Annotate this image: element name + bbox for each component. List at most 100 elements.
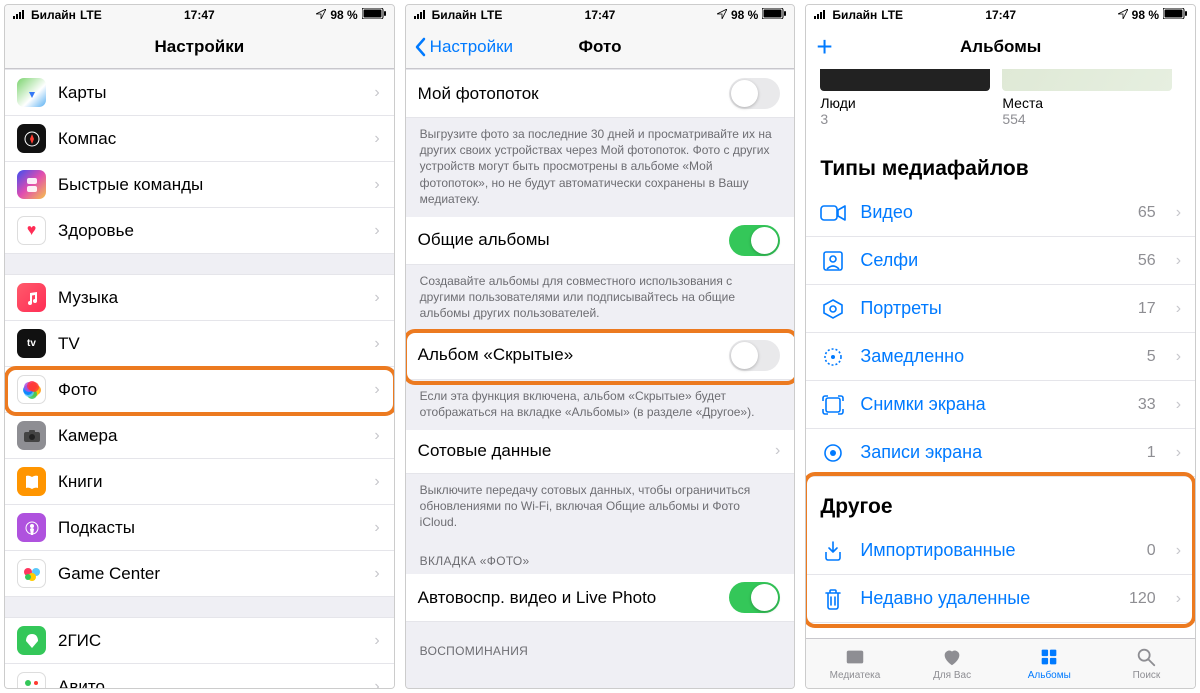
nav-bar: + Альбомы [806,25,1195,69]
media-row-screenshot[interactable]: Снимки экрана33› [806,381,1195,429]
row-label: Здоровье [58,221,362,241]
screenshot-icon [820,394,846,416]
header-photos-tab: ВКЛАДКА «ФОТО» [406,540,795,574]
row-label: Быстрые команды [58,175,362,195]
selfie-icon [820,250,846,272]
tab-label: Для Вас [933,670,971,681]
chevron-right-icon: › [1176,590,1181,608]
toggle-autoplay[interactable] [729,582,780,613]
network-label: LTE [80,8,102,22]
footer-photostream: Выгрузите фото за последние 30 дней и пр… [406,118,795,217]
settings-row-photos[interactable]: Фото› [5,367,394,413]
battery-percent: 98 % [731,8,758,22]
media-row-selfie[interactable]: Селфи56› [806,237,1195,285]
album-places[interactable]: Места 554 [1002,69,1172,127]
battery-icon [1163,8,1187,22]
video-icon [820,203,846,223]
back-button[interactable]: Настройки [414,25,513,68]
media-row-screenrec[interactable]: Записи экрана1› [806,429,1195,477]
toggle-photostream[interactable] [729,78,780,109]
media-row-video[interactable]: Видео65› [806,189,1195,237]
settings-row-books[interactable]: Книги› [5,459,394,505]
tab-albums[interactable]: Альбомы [1001,639,1098,688]
chevron-right-icon: › [374,176,379,194]
row-count: 120 [1129,590,1156,608]
settings-row-compass[interactable]: Компас› [5,116,394,162]
health-icon: ♥ [17,216,46,245]
row-label: Книги [58,472,362,492]
settings-row-health[interactable]: ♥Здоровье› [5,208,394,254]
clock: 17:47 [985,8,1016,22]
albums-content[interactable]: Люди 3 Места 554 Типы медиафайлов Видео6… [806,69,1195,638]
toggle-hidden-album[interactable] [729,340,780,371]
row-cellular-data[interactable]: Сотовые данные › [406,430,795,474]
other-row-trash[interactable]: Недавно удаленные120› [806,575,1195,623]
nav-bar: Настройки [5,25,394,69]
chevron-right-icon: › [1176,348,1181,366]
settings-row-dgis[interactable]: 2ГИС› [5,617,394,664]
nav-bar: Настройки Фото [406,25,795,69]
row-label: Сотовые данные [418,441,763,461]
chevron-right-icon: › [374,519,379,537]
tab-foryou[interactable]: Для Вас [904,639,1001,688]
row-count: 56 [1138,252,1156,270]
network-label: LTE [881,8,903,22]
settings-row-avito[interactable]: Авито› [5,664,394,688]
row-hidden-album[interactable]: Альбом «Скрытые» [406,332,795,380]
tab-label: Медиатека [830,670,881,681]
location-icon [1118,8,1128,22]
chevron-right-icon: › [374,381,379,399]
footer-shared: Создавайте альбомы для совместного испол… [406,265,795,332]
chevron-right-icon: › [1176,396,1181,414]
chevron-right-icon: › [374,565,379,583]
row-label: Подкасты [58,518,362,538]
settings-list[interactable]: Карты›Компас›Быстрые команды›♥Здоровье› … [5,69,394,688]
row-count: 65 [1138,204,1156,222]
settings-row-podcasts[interactable]: Подкасты › [5,505,394,551]
slomo-icon [820,346,846,368]
section-other: Другое [806,477,1195,527]
row-shared-albums[interactable]: Общие альбомы [406,217,795,265]
media-row-slomo[interactable]: Замедленно5› [806,333,1195,381]
chevron-right-icon: › [1176,444,1181,462]
media-row-portrait[interactable]: Портреты17› [806,285,1195,333]
phone-settings: Билайн LTE 17:47 98 % Настройки Карты›Ко… [4,4,395,689]
settings-row-tv[interactable]: tvTV› [5,321,394,367]
carrier-label: Билайн [832,8,877,22]
dgis-icon [17,626,46,655]
row-label: Портреты [860,298,1124,319]
status-bar: Билайн LTE 17:47 98 % [5,5,394,25]
books-icon [17,467,46,496]
maps-icon [17,78,46,107]
photos-icon [17,375,46,404]
chevron-right-icon: › [1176,204,1181,222]
photo-settings-list[interactable]: Мой фотопоток Выгрузите фото за последни… [406,69,795,688]
row-label: Карты [58,83,362,103]
tab-label: Поиск [1133,670,1161,681]
chevron-right-icon: › [374,632,379,650]
footer-hidden: Если эта функция включена, альбом «Скрыт… [406,380,795,430]
settings-row-maps[interactable]: Карты› [5,69,394,116]
other-row-import[interactable]: Импортированные0› [806,527,1195,575]
music-icon [17,283,46,312]
settings-row-gamecenter[interactable]: Game Center› [5,551,394,597]
row-my-photostream[interactable]: Мой фотопоток [406,69,795,118]
settings-row-shortcuts[interactable]: Быстрые команды › [5,162,394,208]
row-count: 5 [1147,348,1156,366]
album-title: Люди [820,95,990,111]
tab-search[interactable]: Поиск [1098,639,1195,688]
chevron-right-icon: › [374,427,379,445]
settings-row-camera[interactable]: Камера› [5,413,394,459]
carrier-label: Билайн [432,8,477,22]
tab-library[interactable]: Медиатека [806,639,903,688]
album-people[interactable]: Люди 3 [820,69,990,127]
row-label: Снимки экрана [860,394,1124,415]
add-album-button[interactable]: + [816,25,832,69]
row-count: 1 [1147,444,1156,462]
signal-icon [414,8,428,22]
settings-row-music[interactable]: Музыка› [5,274,394,321]
carrier-label: Билайн [31,8,76,22]
row-autoplay[interactable]: Автовоспр. видео и Live Photo [406,574,795,622]
shortcuts-icon [17,170,46,199]
toggle-shared-albums[interactable] [729,225,780,256]
